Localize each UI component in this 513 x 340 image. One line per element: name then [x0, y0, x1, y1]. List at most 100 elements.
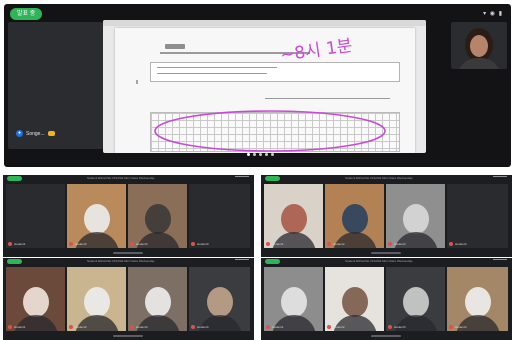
- participant-tile[interactable]: student4: [189, 267, 250, 331]
- meeting-title: Student ENGLISH ONLINE Mini Class Wednes…: [345, 259, 413, 263]
- participant-tile[interactable]: student1: [6, 184, 65, 248]
- muted-mic-icon: [130, 325, 134, 329]
- meeting-status-pill[interactable]: [7, 176, 22, 181]
- participant-name: student2: [75, 325, 87, 329]
- participant-label: student1: [8, 325, 26, 329]
- meeting-status-pill[interactable]: [265, 259, 280, 264]
- participant-name: student4: [455, 242, 467, 246]
- meeting-window-2[interactable]: Student ENGLISH ONLINE Mini Class Wednes…: [261, 175, 512, 257]
- participant-label: student2: [69, 325, 87, 329]
- muted-mic-icon: [69, 242, 73, 246]
- page-indicator[interactable]: [247, 153, 274, 156]
- participant-tile[interactable]: student2: [325, 267, 384, 331]
- participant-label: student2: [327, 242, 345, 246]
- status-icons: [493, 259, 507, 263]
- participant-name: student3: [394, 242, 406, 246]
- participant-label: student1: [8, 242, 26, 246]
- participant-face-blur: [83, 287, 110, 317]
- participant-name: student1: [272, 325, 284, 329]
- home-indicator-bar: [371, 252, 401, 254]
- shared-screen[interactable]: ~8시 1분: [103, 20, 426, 153]
- muted-mic-icon: [266, 325, 270, 329]
- participant-tile[interactable]: student3: [128, 267, 187, 331]
- participant-name: student2: [333, 325, 345, 329]
- participant-tile[interactable]: student4: [189, 184, 250, 248]
- participant-label: student1: [266, 242, 284, 246]
- participant-label: student3: [388, 325, 406, 329]
- muted-mic-icon: [449, 242, 453, 246]
- muted-mic-icon: [327, 325, 331, 329]
- participant-name: student1: [14, 325, 26, 329]
- presenter-tile[interactable]: ● Songe...: [8, 22, 103, 149]
- participant-shoulders: [457, 58, 501, 69]
- participant-name: student2: [333, 242, 345, 246]
- participant-tile[interactable]: student3: [128, 184, 187, 248]
- participant-label: student4: [449, 242, 467, 246]
- participant-tile[interactable]: student2: [67, 267, 126, 331]
- participant-face-blur: [22, 287, 49, 317]
- main-call-window: 발표 중 ▾ ◉ ▮ ● Songe... ~8시 1분: [4, 4, 511, 167]
- meeting-title: Student ENGLISH ONLINE Mini Class Wednes…: [87, 259, 155, 263]
- handwritten-time-note: ~8시 1분: [279, 36, 354, 66]
- status-icons: [493, 176, 507, 180]
- muted-mic-icon: [191, 242, 195, 246]
- meeting-header: Student ENGLISH ONLINE Mini Class Wednes…: [3, 175, 254, 182]
- participant-label: student4: [191, 242, 209, 246]
- participant-tile[interactable]: student3: [386, 267, 445, 331]
- participant-name: student2: [75, 242, 87, 246]
- participant-face: [470, 35, 488, 57]
- participant-tile[interactable]: student4: [447, 184, 508, 248]
- pen-annotations: ~8시 1분: [136, 36, 386, 152]
- meeting-header: Student ENGLISH ONLINE Mini Class Wednes…: [3, 258, 254, 265]
- participant-tile[interactable]: student3: [386, 184, 445, 248]
- participant-name: student1: [272, 242, 284, 246]
- meeting-status-pill[interactable]: [265, 176, 280, 181]
- participant-tile[interactable]: student2: [325, 184, 384, 248]
- presenter-name: Songe...: [26, 130, 45, 137]
- participant-label: student2: [69, 242, 87, 246]
- muted-mic-icon: [8, 325, 12, 329]
- participant-tile[interactable]: student4: [447, 267, 508, 331]
- presenting-pill[interactable]: 발표 중: [10, 8, 43, 20]
- participant-face-blur: [402, 204, 429, 234]
- participant-tile[interactable]: student1: [264, 184, 323, 248]
- participant-label: student3: [388, 242, 406, 246]
- participant-name: student1: [14, 242, 26, 246]
- meeting-status-pill[interactable]: [7, 259, 22, 264]
- participant-face-blur: [206, 287, 233, 317]
- home-indicator-bar: [113, 252, 143, 254]
- muted-mic-icon: [266, 242, 270, 246]
- muted-mic-icon: [388, 242, 392, 246]
- participant-face-blur: [341, 287, 368, 317]
- muted-mic-icon: [8, 242, 12, 246]
- participant-name: student3: [136, 325, 148, 329]
- participant-label: student3: [130, 242, 148, 246]
- participant-tile[interactable]: student1: [264, 267, 323, 331]
- participant-face-blur: [144, 204, 171, 234]
- meeting-window-1[interactable]: Student ENGLISH ONLINE Mini Class Wednes…: [3, 175, 254, 257]
- participant-face-blur: [83, 204, 110, 234]
- muted-mic-icon: [130, 242, 134, 246]
- muted-mic-icon: [327, 242, 331, 246]
- muted-mic-icon: [191, 325, 195, 329]
- participant-tile[interactable]: student1: [6, 267, 65, 331]
- presenter-name-chip: ● Songe...: [16, 130, 55, 137]
- meeting-window-4[interactable]: Student ENGLISH ONLINE Mini Class Wednes…: [261, 258, 512, 340]
- self-view-tile[interactable]: [451, 22, 507, 69]
- muted-mic-icon: [69, 325, 73, 329]
- status-icons: [235, 259, 249, 263]
- participant-face-blur: [280, 204, 307, 234]
- participant-label: student4: [191, 325, 209, 329]
- participant-name: student3: [394, 325, 406, 329]
- participant-label: student4: [449, 325, 467, 329]
- meeting-header: Student ENGLISH ONLINE Mini Class Wednes…: [261, 175, 512, 182]
- meeting-window-3[interactable]: Student ENGLISH ONLINE Mini Class Wednes…: [3, 258, 254, 340]
- participant-tile[interactable]: student2: [67, 184, 126, 248]
- status-icons: [235, 176, 249, 180]
- viewer-toolbar: [103, 20, 426, 26]
- participant-name: student4: [197, 242, 209, 246]
- participant-face-blur: [280, 287, 307, 317]
- meeting-header: Student ENGLISH ONLINE Mini Class Wednes…: [261, 258, 512, 265]
- status-icons: ▾ ◉ ▮: [483, 11, 503, 17]
- participant-name: student4: [197, 325, 209, 329]
